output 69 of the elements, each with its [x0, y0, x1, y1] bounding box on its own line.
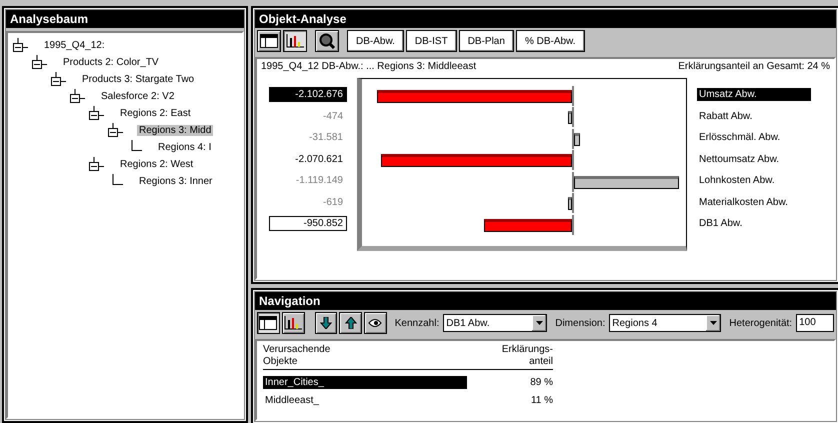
eye-icon — [368, 317, 382, 329]
collapse-icon[interactable] — [31, 55, 47, 70]
row-label[interactable]: Materialkosten Abw. — [697, 196, 790, 209]
bar-chart-icon — [286, 34, 304, 48]
dropdown-caret-icon — [710, 321, 717, 325]
collapse-icon[interactable] — [12, 38, 28, 53]
share-cell: 89 % — [530, 376, 553, 388]
tree-node[interactable]: 1995_Q4_12: — [42, 40, 107, 51]
table-view-icon — [259, 316, 278, 330]
tree-node[interactable]: Regions 4: I — [156, 142, 214, 153]
nav-button[interactable] — [339, 312, 362, 334]
row-label[interactable]: Rabatt Abw. — [697, 110, 754, 123]
collapse-icon[interactable] — [50, 72, 66, 87]
nav-button[interactable] — [314, 312, 338, 334]
collapse-icon[interactable] — [107, 123, 123, 138]
heterogeneity-field[interactable]: 100 — [796, 314, 834, 332]
panel-title: Navigation — [255, 292, 836, 310]
tree-node[interactable]: Products 2: Color_TV — [61, 57, 161, 68]
nav-button[interactable] — [364, 312, 387, 334]
tree-node[interactable]: Regions 2: West — [118, 159, 196, 170]
bar-chart-icon — [284, 316, 302, 330]
measure-button[interactable]: DB-IST — [406, 30, 457, 52]
tree-node[interactable]: Salesforce 2: V2 — [99, 91, 176, 102]
share-text: Erklärungsanteil an Gesamt: 24 % — [678, 61, 830, 72]
value-text: -474 — [322, 110, 344, 124]
view-toggle[interactable] — [282, 312, 304, 334]
collapse-icon[interactable] — [88, 106, 104, 121]
view-toggle[interactable] — [257, 312, 280, 334]
arrow-down-icon — [320, 317, 332, 329]
value-text: -1.119.149 — [294, 174, 344, 188]
row-label[interactable]: Lohnkosten Abw. — [697, 174, 777, 188]
value-text: -2.070.621 — [294, 152, 344, 167]
panel-title: Objekt-Analyse — [255, 10, 836, 28]
tree-node[interactable]: Regions 2: East — [118, 108, 193, 119]
search-icon — [319, 33, 335, 49]
tree-node[interactable]: Products 3: Stargate Two — [80, 74, 196, 85]
row-label[interactable]: Erlösschmäl. Abw. — [697, 131, 782, 144]
chart-subtitle: 1995_Q4_12 DB-Abw.: ... Regions 3: Middleeast — [261, 61, 476, 72]
field-label: Heterogenität: — [729, 318, 792, 328]
arrow-up-icon — [344, 317, 357, 329]
field-label: Kennzahl: — [394, 318, 440, 328]
column-header: Erklärungs- anteil — [502, 344, 553, 368]
view-toggle[interactable] — [283, 30, 307, 52]
value-text: -950.852 — [269, 216, 347, 232]
object-cell[interactable]: Middleeast_ — [263, 394, 467, 406]
view-toggle[interactable] — [257, 30, 281, 52]
dropdown-caret-icon — [536, 321, 543, 325]
field-label: Dimension: — [555, 318, 606, 328]
panel-title: Analysebaum — [6, 10, 244, 28]
row-label[interactable]: Nettoumsatz Abw. — [697, 152, 782, 166]
column-header: Verursachende Objekte — [263, 344, 330, 368]
row-label[interactable]: Umsatz Abw. — [697, 88, 811, 102]
value-text: -2.102.676 — [269, 87, 347, 102]
measure-dropdown[interactable]: DB1 Abw. — [443, 314, 548, 332]
value-text: -619 — [322, 196, 344, 210]
collapse-icon[interactable] — [88, 157, 104, 172]
search-button[interactable] — [315, 30, 339, 52]
dimension-dropdown[interactable]: Regions 4 — [609, 314, 722, 332]
value-text: -31.581 — [308, 131, 344, 146]
row-label[interactable]: DB1 Abw. — [697, 217, 744, 230]
measure-button[interactable]: DB-Plan — [458, 30, 514, 52]
table-view-icon — [260, 34, 278, 48]
measure-button[interactable]: DB-Abw. — [347, 30, 404, 52]
collapse-icon[interactable] — [69, 89, 85, 104]
share-cell: 11 % — [530, 394, 553, 406]
object-cell[interactable]: Inner_Cities_ — [263, 376, 467, 388]
tree-node[interactable]: Regions 3: Inner — [137, 176, 214, 187]
measure-button[interactable]: % DB-Abw. — [516, 30, 585, 52]
tree-node[interactable]: Regions 3: Midd — [137, 125, 214, 136]
